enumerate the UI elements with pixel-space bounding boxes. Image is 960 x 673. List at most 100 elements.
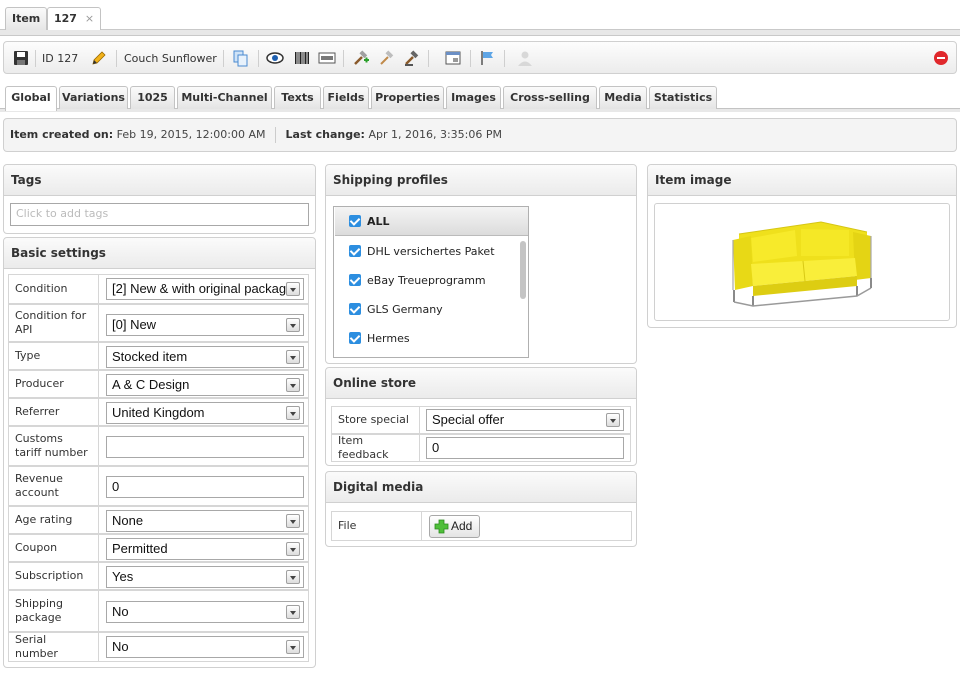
shipping-profile-hermes[interactable]: Hermes bbox=[335, 324, 525, 353]
tab-multi-channel[interactable]: Multi-Channel bbox=[177, 86, 272, 109]
tab-variations[interactable]: Variations bbox=[59, 86, 128, 109]
producer-select[interactable]: A & C Design bbox=[106, 374, 304, 396]
shipping-profile-gls[interactable]: GLS Germany bbox=[335, 295, 525, 324]
checkbox-checked-icon[interactable] bbox=[349, 245, 361, 257]
window-tab-item[interactable]: Item bbox=[5, 7, 48, 30]
created-label: Item created on: bbox=[10, 128, 114, 141]
basic-row-serial: Serial number No bbox=[8, 632, 309, 662]
couch-product-image bbox=[732, 221, 872, 307]
shipping-package-select[interactable]: No bbox=[106, 601, 304, 623]
basic-row-type: Type Stocked item bbox=[8, 342, 309, 370]
age-rating-select[interactable]: None bbox=[106, 510, 304, 532]
shipping-profile-ebay[interactable]: eBay Treueprogramm bbox=[335, 266, 525, 295]
auction-icon[interactable] bbox=[378, 49, 396, 67]
item-name-label: Couch Sunflower bbox=[124, 52, 217, 65]
shipping-profile-dhl[interactable]: DHL versichertes Paket bbox=[335, 237, 525, 266]
tab-global[interactable]: Global bbox=[5, 86, 57, 111]
chevron-down-icon[interactable] bbox=[286, 640, 300, 654]
online-store-panel: Online store Store special Special offer… bbox=[325, 367, 637, 466]
window-tab-bar: Item 127 × bbox=[0, 0, 960, 38]
tags-input[interactable]: Click to add tags bbox=[10, 203, 309, 226]
flag-icon[interactable] bbox=[478, 49, 496, 67]
basic-row-revenue: Revenue account 0 bbox=[8, 466, 309, 506]
shipping-profiles-title: Shipping profiles bbox=[326, 165, 636, 196]
online-row-item-feedback: Item feedback 0 bbox=[331, 434, 631, 462]
user-icon-disabled bbox=[518, 51, 532, 66]
chevron-down-icon[interactable] bbox=[286, 406, 300, 420]
store-special-select[interactable]: Special offer bbox=[426, 409, 624, 431]
eye-icon[interactable] bbox=[266, 49, 284, 67]
barcode-icon[interactable] bbox=[293, 49, 311, 67]
chevron-down-icon[interactable] bbox=[286, 350, 300, 364]
item-feedback-input[interactable]: 0 bbox=[426, 437, 624, 459]
chevron-down-icon[interactable] bbox=[286, 570, 300, 584]
section-tab-bar: Global Variations 1025 Multi-Channel Tex… bbox=[0, 86, 960, 112]
basic-row-condition: Condition [2] New & with original packag… bbox=[8, 274, 309, 304]
basic-row-shipping-package: Shipping package No bbox=[8, 590, 309, 632]
pencil-icon[interactable] bbox=[90, 49, 108, 67]
chevron-down-icon[interactable] bbox=[286, 282, 300, 296]
item-info-bar: Item created on: Feb 19, 2015, 12:00:00 … bbox=[3, 118, 957, 152]
chevron-down-icon[interactable] bbox=[286, 318, 300, 332]
customs-tariff-input[interactable] bbox=[106, 436, 304, 458]
close-item-icon[interactable] bbox=[932, 49, 950, 67]
item-image-frame[interactable] bbox=[654, 203, 950, 321]
tab-1025[interactable]: 1025 bbox=[130, 86, 175, 109]
tags-panel: Tags Click to add tags bbox=[3, 164, 316, 234]
window-tab-baseline bbox=[0, 29, 960, 36]
window-tab-item-label: Item bbox=[12, 12, 41, 25]
item-image-title: Item image bbox=[648, 165, 956, 196]
shipping-profiles-panel: Shipping profiles ALL DHL versichertes P… bbox=[325, 164, 637, 364]
scrollbar-thumb[interactable] bbox=[520, 241, 526, 299]
checkbox-checked-icon[interactable] bbox=[349, 303, 361, 315]
tab-texts[interactable]: Texts bbox=[274, 86, 321, 109]
type-select[interactable]: Stocked item bbox=[106, 346, 304, 368]
auction-finished-icon[interactable] bbox=[403, 49, 421, 67]
chevron-down-icon[interactable] bbox=[286, 605, 300, 619]
serial-number-select[interactable]: No bbox=[106, 636, 304, 658]
tab-images[interactable]: Images bbox=[446, 86, 501, 109]
checkbox-checked-icon[interactable] bbox=[349, 215, 361, 227]
tab-media[interactable]: Media bbox=[599, 86, 647, 109]
referrer-select[interactable]: United Kingdom bbox=[106, 402, 304, 424]
created-value: Feb 19, 2015, 12:00:00 AM bbox=[116, 128, 266, 141]
auction-add-icon[interactable] bbox=[352, 49, 370, 67]
checkbox-checked-icon[interactable] bbox=[349, 274, 361, 286]
chevron-down-icon[interactable] bbox=[286, 514, 300, 528]
copy-icon[interactable] bbox=[231, 49, 249, 67]
condition-select[interactable]: [2] New & with original packagi bbox=[106, 278, 304, 300]
digital-media-file-row: File Add bbox=[331, 511, 632, 541]
add-file-button[interactable]: Add bbox=[429, 515, 480, 538]
condition-api-select[interactable]: [0] New bbox=[106, 314, 304, 336]
chevron-down-icon[interactable] bbox=[286, 378, 300, 392]
basic-row-coupon: Coupon Permitted bbox=[8, 534, 309, 562]
plus-icon bbox=[434, 519, 449, 534]
basic-settings-title: Basic settings bbox=[4, 238, 315, 269]
tab-fields[interactable]: Fields bbox=[323, 86, 369, 109]
add-file-label: Add bbox=[451, 519, 473, 533]
shipping-profiles-list[interactable]: ALL DHL versichertes Paket eBay Treuepro… bbox=[333, 206, 529, 358]
tab-statistics[interactable]: Statistics bbox=[649, 86, 717, 109]
window-preview-icon[interactable] bbox=[444, 49, 462, 67]
save-icon[interactable] bbox=[12, 49, 30, 67]
revenue-account-input[interactable]: 0 bbox=[106, 476, 304, 498]
basic-row-subscription: Subscription Yes bbox=[8, 562, 309, 590]
subscription-select[interactable]: Yes bbox=[106, 566, 304, 588]
basic-row-customs: Customs tariff number bbox=[8, 426, 309, 466]
basic-settings-panel: Basic settings Condition [2] New & with … bbox=[3, 237, 316, 668]
coupon-select[interactable]: Permitted bbox=[106, 538, 304, 560]
shipping-profile-all[interactable]: ALL bbox=[335, 207, 528, 236]
ean-icon[interactable] bbox=[318, 49, 336, 67]
chevron-down-icon[interactable] bbox=[286, 542, 300, 556]
tags-title: Tags bbox=[4, 165, 315, 196]
window-tab-127[interactable]: 127 × bbox=[47, 7, 102, 30]
tab-cross-selling[interactable]: Cross-selling bbox=[503, 86, 597, 109]
chevron-down-icon[interactable] bbox=[606, 413, 620, 427]
last-change-label: Last change: bbox=[285, 128, 365, 141]
close-tab-icon[interactable]: × bbox=[85, 12, 94, 25]
item-id-label: ID 127 bbox=[42, 52, 79, 65]
checkbox-checked-icon[interactable] bbox=[349, 332, 361, 344]
basic-row-age: Age rating None bbox=[8, 506, 309, 534]
tab-properties[interactable]: Properties bbox=[371, 86, 444, 109]
item-image-panel: Item image bbox=[647, 164, 957, 328]
